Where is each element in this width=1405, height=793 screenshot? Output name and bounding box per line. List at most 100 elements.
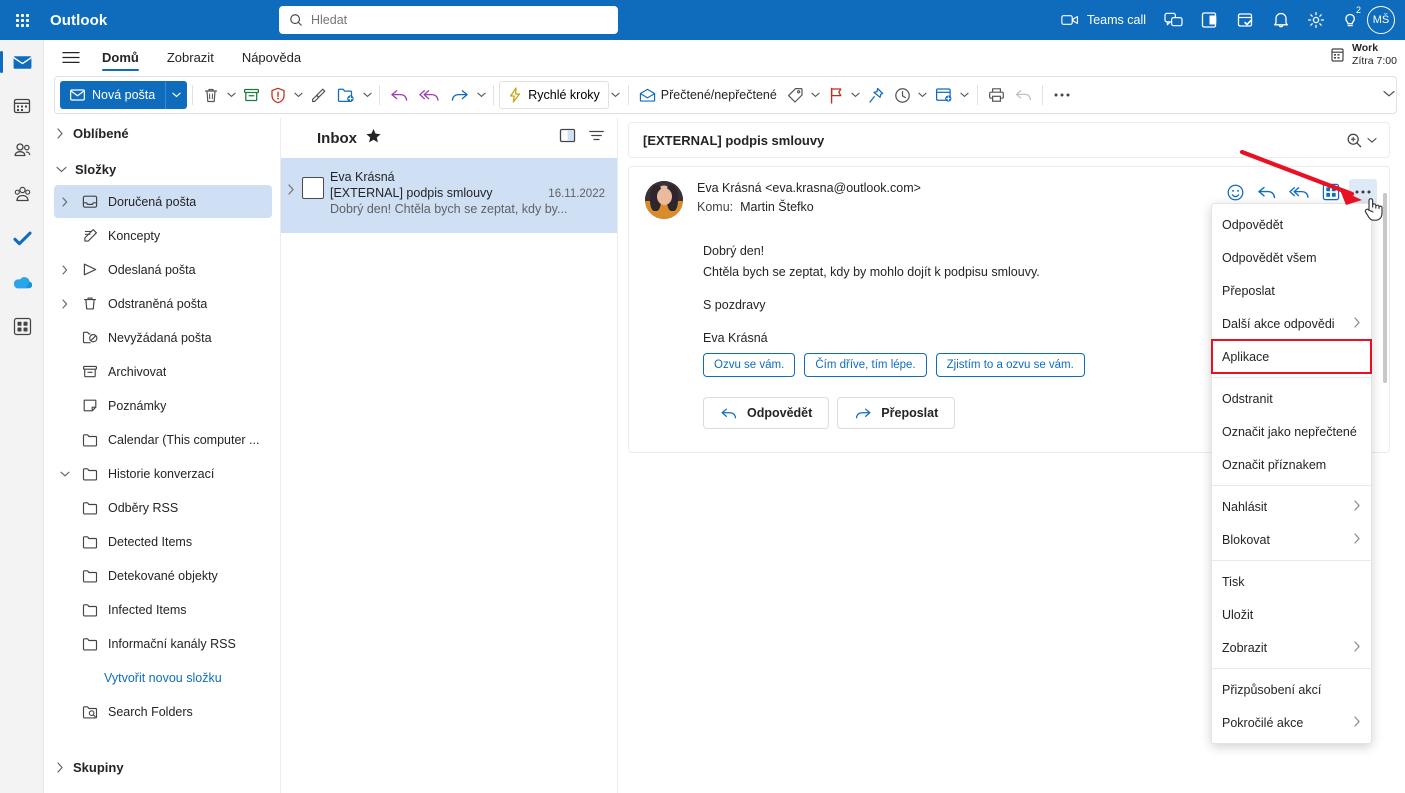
move-to-dropdown[interactable] — [360, 81, 374, 109]
menu-item-mark-unread[interactable]: Označit jako nepřečtené — [1212, 415, 1371, 448]
collapse-ribbon-button[interactable] — [1383, 85, 1395, 103]
sidebar-item-junk[interactable]: Nevyžádaná pošta — [54, 321, 272, 354]
hamburger-menu-icon[interactable] — [56, 42, 86, 72]
suggested-reply-chip[interactable]: Zjistím to a ozvu se vám. — [935, 353, 1085, 377]
reply-icon[interactable] — [1253, 179, 1281, 205]
menu-item-print[interactable]: Tisk — [1212, 565, 1371, 598]
menu-item-apps[interactable]: Aplikace — [1211, 339, 1372, 374]
new-mail-dropdown[interactable] — [165, 81, 188, 109]
menu-item-more-reply-actions[interactable]: Další akce odpovědi — [1212, 307, 1371, 340]
sidebar-item-conversation-history[interactable]: Historie konverzací — [54, 457, 272, 490]
delete-button[interactable] — [198, 81, 224, 109]
sweep-button[interactable] — [305, 81, 332, 109]
read-unread-button[interactable]: Přečtené/nepřečtené — [634, 81, 782, 109]
filter-icon[interactable] — [588, 129, 605, 147]
sidebar-item-detected-items[interactable]: Detected Items — [54, 525, 272, 558]
forward-dropdown[interactable] — [474, 81, 488, 109]
menu-item-view[interactable]: Zobrazit — [1212, 631, 1371, 664]
notifications-button[interactable] — [1264, 0, 1298, 40]
menu-item-flag[interactable]: Označit příznakem — [1212, 448, 1371, 481]
app-launcher-icon[interactable] — [0, 0, 44, 40]
reply-button[interactable]: Odpovědět — [703, 397, 830, 429]
chat-button[interactable] — [1155, 0, 1192, 40]
print-button[interactable] — [983, 81, 1010, 109]
sidebar-item-infected-items[interactable]: Infected Items — [54, 593, 272, 626]
rail-item-calendar[interactable] — [0, 84, 44, 128]
menu-item-block[interactable]: Blokovat — [1212, 523, 1371, 556]
pin-button[interactable] — [863, 81, 889, 109]
report-dropdown[interactable] — [291, 81, 305, 109]
report-button[interactable] — [265, 81, 291, 109]
search-box[interactable] — [279, 6, 618, 34]
tasks-button[interactable] — [1228, 0, 1264, 40]
categorize-dropdown[interactable] — [809, 81, 823, 109]
reply-all-icon[interactable] — [1285, 179, 1313, 205]
sidebar-item-rss-subscriptions[interactable]: Odběry RSS — [54, 491, 272, 524]
folders-group-header[interactable]: Složky — [44, 154, 280, 184]
undo-button[interactable] — [1010, 81, 1037, 109]
rules-button[interactable] — [930, 81, 958, 109]
forward-button[interactable]: Přeposlat — [837, 397, 956, 429]
teams-call-button[interactable]: Teams call — [1052, 0, 1155, 40]
table-row[interactable]: Eva Krásná [EXTERNAL] podpis smlouvy 16.… — [281, 158, 617, 233]
next-event[interactable]: Work Zítra 7:00 — [1330, 42, 1397, 68]
sidebar-item-archive[interactable]: Archivovat — [54, 355, 272, 388]
sidebar-item-rss-feeds[interactable]: Informační kanály RSS — [54, 627, 272, 660]
categorize-button[interactable] — [782, 81, 809, 109]
message-checkbox[interactable] — [302, 177, 324, 199]
flag-button[interactable] — [823, 81, 849, 109]
snooze-dropdown[interactable] — [916, 81, 930, 109]
rail-item-mail[interactable] — [0, 40, 44, 84]
whats-new-button[interactable]: 2 — [1334, 0, 1367, 40]
star-icon[interactable] — [365, 128, 382, 149]
menu-item-reply[interactable]: Odpovědět — [1212, 208, 1371, 241]
sidebar-item-detekovane-objekty[interactable]: Detekované objekty — [54, 559, 272, 592]
sidebar-item-sent[interactable]: Odeslaná pošta — [54, 253, 272, 286]
expand-chevron-icon[interactable] — [58, 196, 72, 207]
tab-home[interactable]: Domů — [90, 41, 151, 73]
tab-view[interactable]: Zobrazit — [155, 41, 226, 73]
delete-dropdown[interactable] — [224, 81, 238, 109]
groups-group-header[interactable]: Skupiny — [44, 752, 280, 782]
rail-item-people[interactable] — [0, 128, 44, 172]
create-new-folder-link[interactable]: Vytvořit novou složku — [54, 661, 272, 694]
settings-button[interactable] — [1298, 0, 1334, 40]
quick-steps-button[interactable]: Rychlé kroky — [499, 81, 609, 109]
move-to-button[interactable] — [332, 81, 360, 109]
menu-item-advanced-actions[interactable]: Pokročilé akce — [1212, 706, 1371, 739]
apps-grid-icon[interactable] — [1317, 179, 1345, 205]
search-input[interactable] — [311, 13, 608, 27]
new-mail-button[interactable]: Nová pošta — [60, 81, 166, 109]
suggested-reply-chip[interactable]: Ozvu se vám. — [703, 353, 796, 377]
forward-button[interactable] — [445, 81, 474, 109]
rail-item-onedrive[interactable] — [0, 260, 44, 304]
menu-item-delete[interactable]: Odstranit — [1212, 382, 1371, 415]
expand-chevron-icon[interactable] — [58, 264, 72, 275]
reading-pane-icon[interactable] — [559, 127, 576, 149]
menu-item-customize-actions[interactable]: Přizpůsobení akcí — [1212, 673, 1371, 706]
onenote-button[interactable] — [1192, 0, 1228, 40]
rail-item-groups[interactable] — [0, 172, 44, 216]
tab-help[interactable]: Nápověda — [230, 41, 313, 73]
expand-conversation-icon[interactable] — [287, 168, 296, 200]
flag-dropdown[interactable] — [849, 81, 863, 109]
rules-dropdown[interactable] — [958, 81, 972, 109]
favorites-group-header[interactable]: Oblíbené — [44, 118, 280, 148]
menu-item-reply-all[interactable]: Odpovědět všem — [1212, 241, 1371, 274]
quick-steps-dropdown[interactable] — [609, 81, 623, 109]
collapse-chevron-icon[interactable] — [58, 470, 72, 478]
rail-item-more-apps[interactable] — [0, 304, 44, 348]
sidebar-item-calendar-local[interactable]: Calendar (This computer ... — [54, 423, 272, 456]
expand-chevron-icon[interactable] — [58, 298, 72, 309]
rail-item-todo[interactable] — [0, 216, 44, 260]
sidebar-item-inbox[interactable]: Doručená pošta — [54, 185, 272, 218]
sender-avatar[interactable] — [645, 181, 683, 219]
sidebar-item-deleted[interactable]: Odstraněná pošta — [54, 287, 272, 320]
emoji-icon[interactable] — [1221, 179, 1249, 205]
archive-button[interactable] — [238, 81, 265, 109]
menu-item-forward[interactable]: Přeposlat — [1212, 274, 1371, 307]
menu-item-save[interactable]: Uložit — [1212, 598, 1371, 631]
reply-button[interactable] — [385, 81, 414, 109]
avatar[interactable]: MŠ — [1367, 6, 1395, 34]
zoom-control[interactable] — [1346, 132, 1377, 149]
